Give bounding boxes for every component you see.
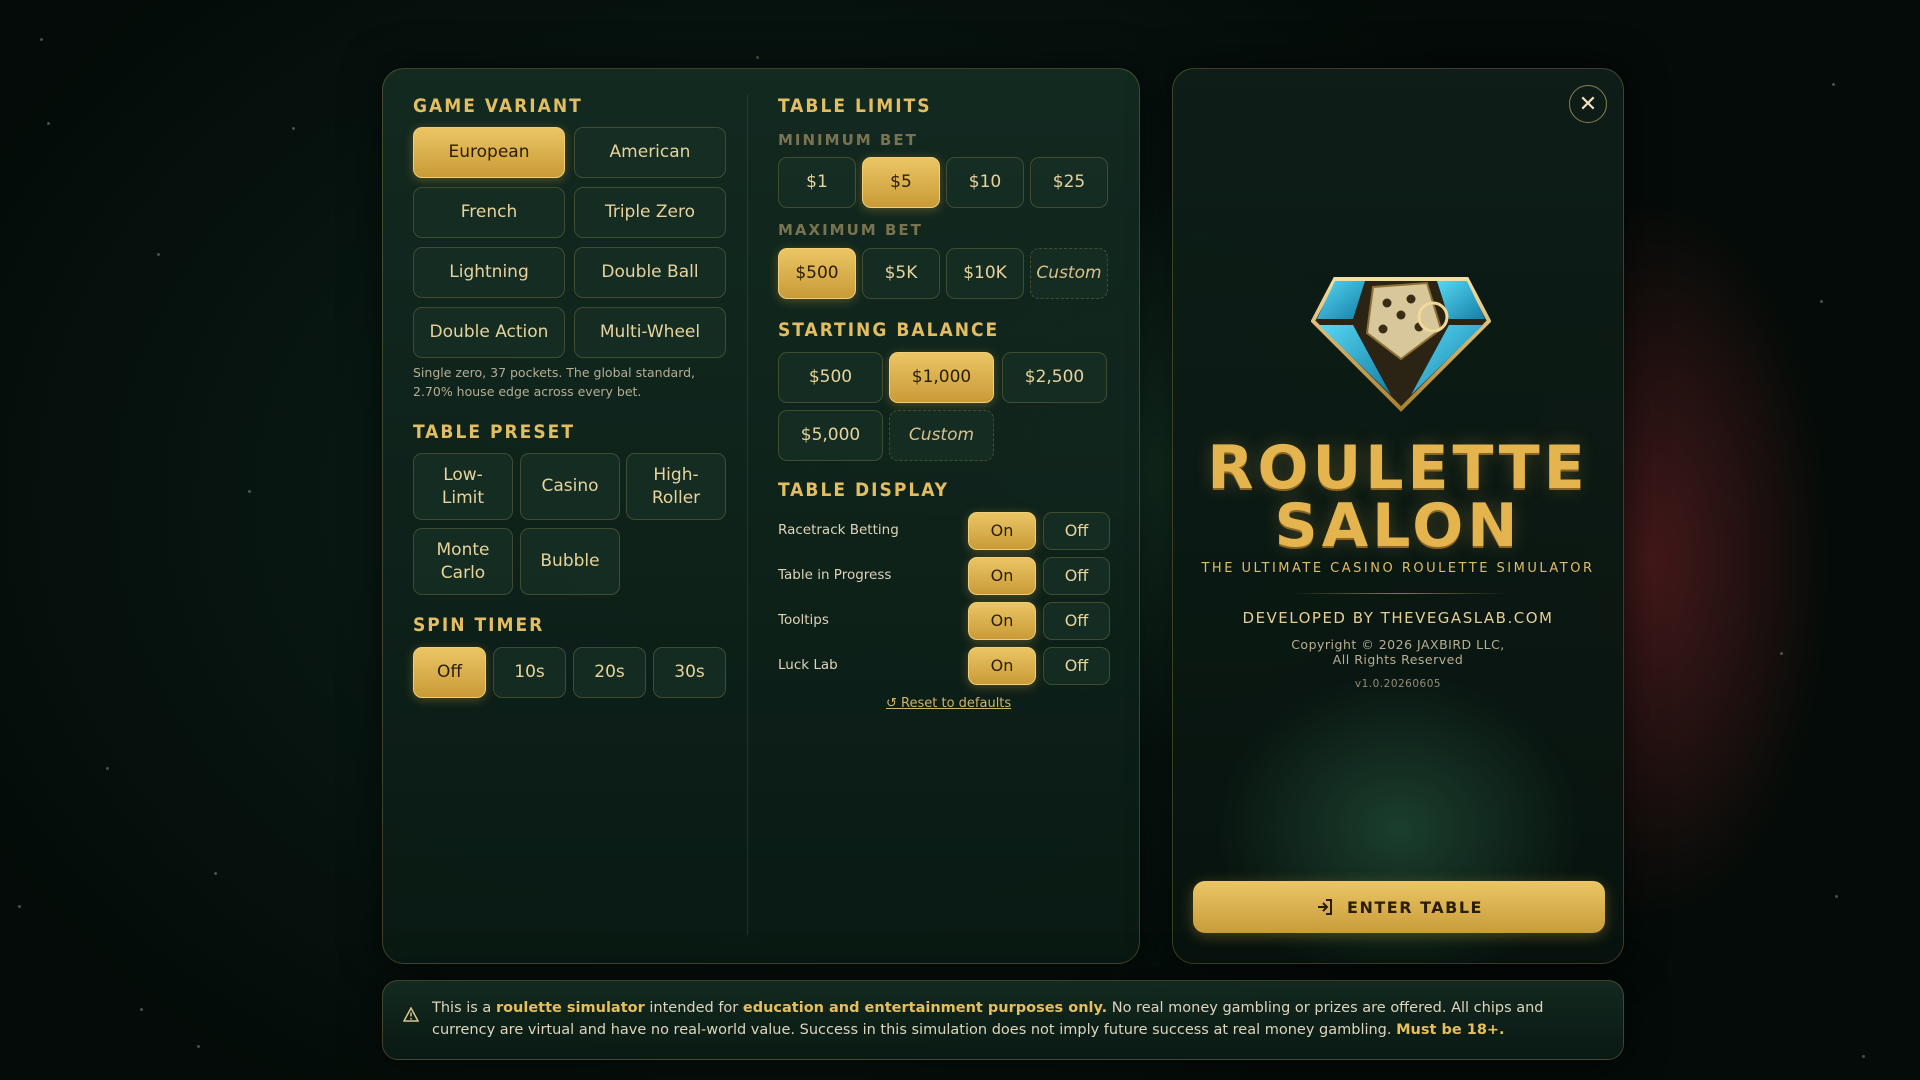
enter-table-button[interactable]: ENTER TABLE bbox=[1193, 881, 1605, 933]
variant-triple-zero[interactable]: Triple Zero bbox=[574, 187, 726, 238]
toggle-label-luck-lab: Luck Lab bbox=[778, 657, 838, 673]
star bbox=[1832, 83, 1835, 86]
diamond-dice-logo bbox=[1311, 277, 1491, 412]
star bbox=[18, 905, 21, 908]
version-label: v1.0.20260605 bbox=[1354, 678, 1442, 690]
variant-american[interactable]: American bbox=[574, 127, 726, 178]
preset-high-roller[interactable]: High- Roller bbox=[626, 453, 726, 520]
star bbox=[1862, 1055, 1865, 1058]
reset-defaults-link[interactable]: ↺ Reset to defaults bbox=[886, 696, 1011, 711]
balance-500[interactable]: $500 bbox=[778, 352, 883, 403]
toggle-racetrack-betting-off[interactable]: Off bbox=[1043, 512, 1110, 550]
age-requirement: Must be 18+. bbox=[1396, 1022, 1505, 1038]
star bbox=[214, 872, 217, 875]
star bbox=[197, 1045, 200, 1048]
min-bet-10[interactable]: $10 bbox=[946, 157, 1024, 208]
disclaimer-text: This is a roulette simulator intended fo… bbox=[432, 997, 1592, 1041]
game-variant-description: Single zero, 37 pockets. The global stan… bbox=[413, 365, 696, 399]
star bbox=[40, 38, 43, 41]
toggle-label-racetrack-betting: Racetrack Betting bbox=[778, 522, 899, 538]
spin-timer-10s[interactable]: 10s bbox=[493, 647, 566, 698]
balance-2-500[interactable]: $2,500 bbox=[1002, 352, 1107, 403]
close-button[interactable]: ✕ bbox=[1569, 85, 1607, 123]
toggle-table-in-progress-on[interactable]: On bbox=[968, 557, 1036, 595]
balance-1-000[interactable]: $1,000 bbox=[889, 352, 994, 403]
variant-double-ball[interactable]: Double Ball bbox=[574, 247, 726, 298]
star bbox=[248, 490, 251, 493]
spin-timer-20s[interactable]: 20s bbox=[573, 647, 646, 698]
max-bet-custom[interactable]: Custom bbox=[1030, 248, 1108, 299]
preset-casino[interactable]: Casino bbox=[520, 453, 620, 520]
app-tagline: THE ULTIMATE CASINO ROULETTE SIMULATOR bbox=[1201, 561, 1595, 576]
star bbox=[106, 767, 109, 770]
starting-balance-heading: STARTING BALANCE bbox=[778, 319, 1000, 341]
star bbox=[1820, 300, 1823, 303]
brand-panel: ✕ ROULETTE SALON THE ULTIMATE CASINO ROU… bbox=[1172, 68, 1624, 964]
min-bet-1[interactable]: $1 bbox=[778, 157, 856, 208]
game-variant-heading: GAME VARIANT bbox=[413, 95, 583, 117]
preset-bubble[interactable]: Bubble bbox=[520, 528, 620, 595]
maximum-bet-label: MAXIMUM BET bbox=[778, 221, 923, 239]
preset-low-limit[interactable]: Low- Limit bbox=[413, 453, 513, 520]
disclaimer-highlight: roulette simulator bbox=[495, 1000, 645, 1016]
spin-timer-30s[interactable]: 30s bbox=[653, 647, 726, 698]
toggle-tooltips-on[interactable]: On bbox=[968, 602, 1036, 640]
min-bet-5[interactable]: $5 bbox=[862, 157, 940, 208]
settings-panel: GAME VARIANT European American French Tripl… bbox=[382, 68, 1140, 964]
close-icon: ✕ bbox=[1578, 91, 1598, 117]
variant-european[interactable]: European bbox=[413, 127, 565, 178]
table-limits-heading: TABLE LIMITS bbox=[778, 95, 932, 117]
min-bet-25[interactable]: $25 bbox=[1030, 157, 1108, 208]
table-preset-heading: TABLE PRESET bbox=[413, 421, 575, 443]
disclaimer-bar: This is a roulette simulator intended fo… bbox=[382, 980, 1624, 1060]
enter-table-label: ENTER TABLE bbox=[1347, 897, 1483, 917]
toggle-luck-lab-off[interactable]: Off bbox=[1043, 647, 1110, 685]
app-title-line2: SALON bbox=[1274, 491, 1522, 561]
variant-double-action[interactable]: Double Action bbox=[413, 307, 565, 358]
toggle-label-table-in-progress: Table in Progress bbox=[778, 567, 892, 583]
minimum-bet-label: MINIMUM BET bbox=[778, 131, 918, 149]
spin-timer-heading: SPIN TIMER bbox=[413, 614, 545, 636]
disclaimer-text-part: This is a bbox=[432, 1000, 496, 1016]
variant-multi-wheel[interactable]: Multi-Wheel bbox=[574, 307, 726, 358]
disclaimer-text-part: intended for bbox=[644, 1000, 743, 1016]
toggle-table-in-progress-off[interactable]: Off bbox=[1043, 557, 1110, 595]
star bbox=[47, 122, 50, 125]
warning-icon bbox=[403, 1007, 419, 1022]
star bbox=[1780, 652, 1783, 655]
spin-timer-off[interactable]: Off bbox=[413, 647, 486, 698]
star bbox=[140, 1008, 143, 1011]
variant-lightning[interactable]: Lightning bbox=[413, 247, 565, 298]
preset-monte-carlo[interactable]: Monte Carlo bbox=[413, 528, 513, 595]
max-bet-500[interactable]: $500 bbox=[778, 248, 856, 299]
toggle-luck-lab-on[interactable]: On bbox=[968, 647, 1036, 685]
disclaimer-highlight: education and entertainment purposes onl… bbox=[742, 1000, 1108, 1016]
balance-5-000[interactable]: $5,000 bbox=[778, 410, 883, 461]
column-divider bbox=[747, 95, 748, 935]
table-display-heading: TABLE DISPLAY bbox=[778, 479, 950, 501]
star bbox=[157, 253, 160, 256]
toggle-racetrack-betting-on[interactable]: On bbox=[968, 512, 1036, 550]
developer-credit: DEVELOPED BY THEVEGASLAB.COM bbox=[1242, 609, 1554, 627]
variant-french[interactable]: French bbox=[413, 187, 565, 238]
star bbox=[1835, 895, 1838, 898]
app-title-line1: ROULETTE bbox=[1207, 433, 1589, 503]
max-bet-5k[interactable]: $5K bbox=[862, 248, 940, 299]
star bbox=[292, 127, 295, 130]
star bbox=[756, 56, 759, 59]
copyright-line2: All Rights Reserved bbox=[1332, 652, 1464, 667]
max-bet-10k[interactable]: $10K bbox=[946, 248, 1024, 299]
copyright-line1: Copyright © 2026 JAXBIRD LLC, bbox=[1291, 637, 1505, 652]
toggle-label-tooltips: Tooltips bbox=[778, 612, 829, 628]
balance-custom[interactable]: Custom bbox=[889, 410, 994, 461]
title-divider bbox=[1291, 593, 1507, 594]
enter-icon bbox=[1318, 899, 1333, 915]
toggle-tooltips-off[interactable]: Off bbox=[1043, 602, 1110, 640]
